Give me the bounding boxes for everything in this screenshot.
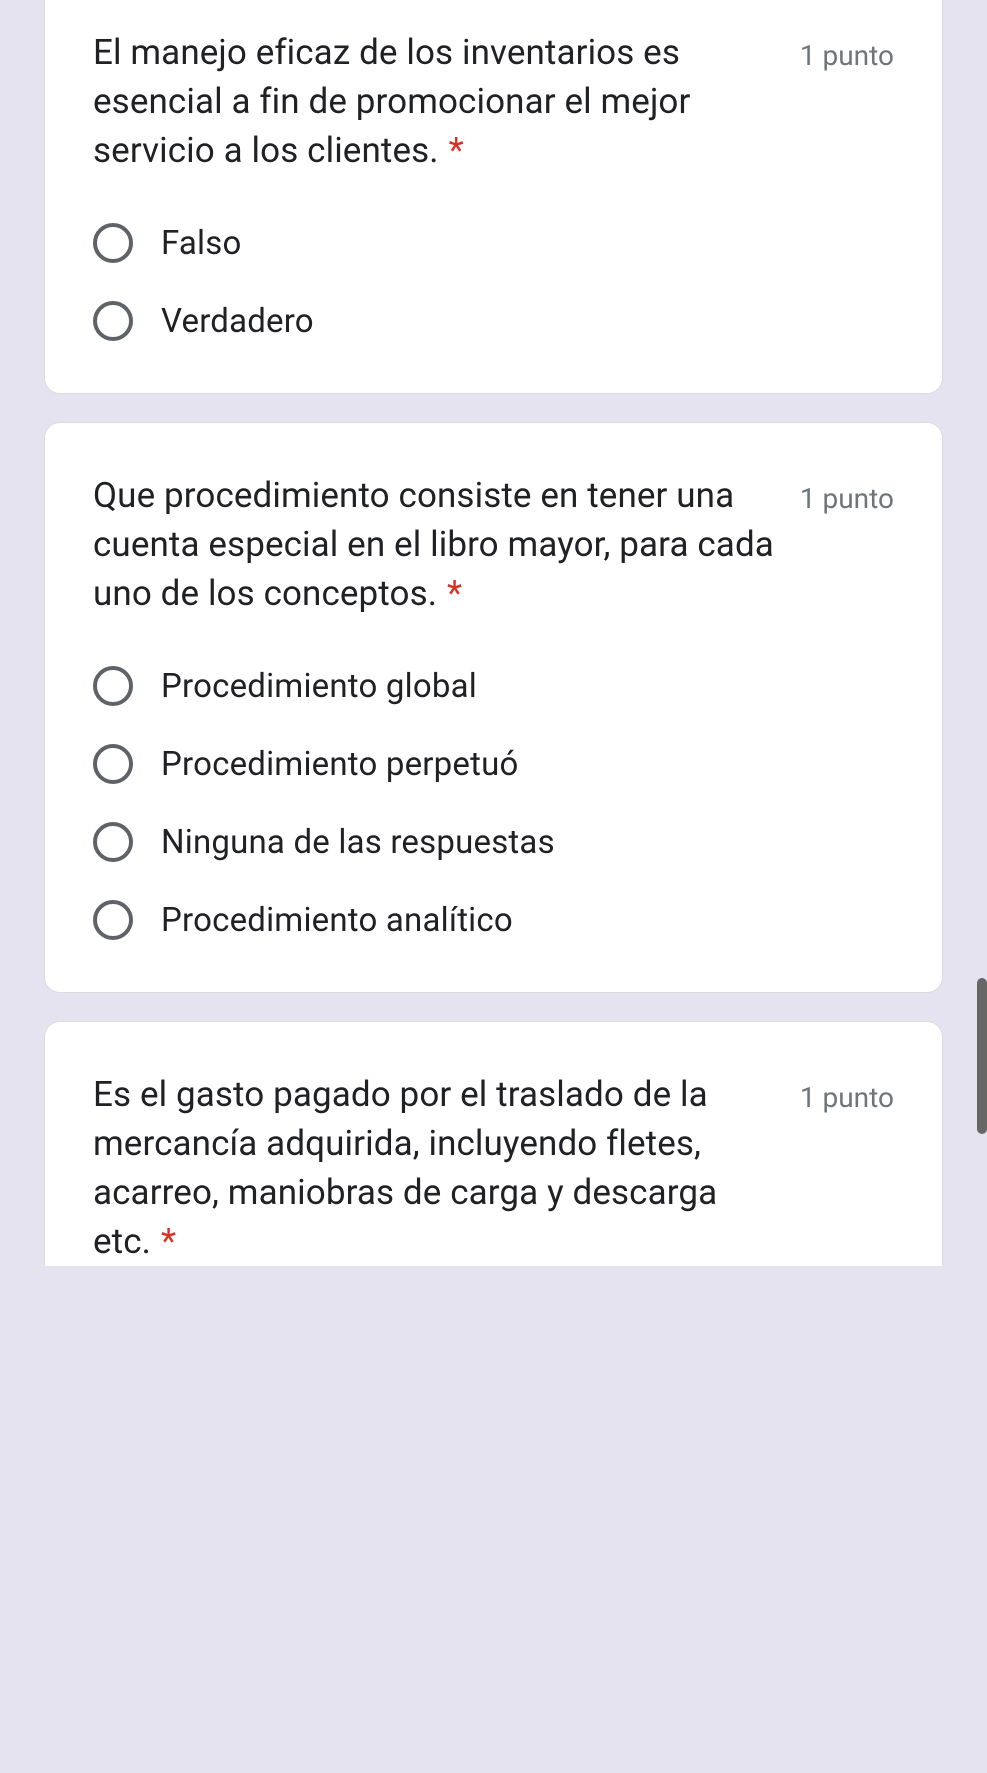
radio-icon xyxy=(93,744,133,784)
question-header: Que procedimiento consiste en tener una … xyxy=(93,471,894,618)
scrollbar-thumb[interactable] xyxy=(977,978,987,1134)
question-card: Es el gasto pagado por el traslado de la… xyxy=(44,1021,943,1266)
radio-option[interactable]: Falso xyxy=(93,223,894,263)
question-text-wrap: El manejo eficaz de los inventarios es e… xyxy=(93,28,800,175)
points-label: 1 punto xyxy=(800,1070,894,1121)
question-text: Que procedimiento consiste en tener una … xyxy=(93,475,774,614)
option-label: Procedimiento analítico xyxy=(161,901,513,940)
radio-icon xyxy=(93,666,133,706)
option-label: Verdadero xyxy=(161,302,314,341)
option-label: Ninguna de las respuestas xyxy=(161,823,555,862)
question-text-wrap: Es el gasto pagado por el traslado de la… xyxy=(93,1070,800,1266)
radio-icon xyxy=(93,301,133,341)
question-card: El manejo eficaz de los inventarios es e… xyxy=(44,0,943,394)
question-card: Que procedimiento consiste en tener una … xyxy=(44,422,943,993)
radio-icon xyxy=(93,900,133,940)
question-text-wrap: Que procedimiento consiste en tener una … xyxy=(93,471,800,618)
option-label: Procedimiento perpetuó xyxy=(161,745,519,784)
radio-option[interactable]: Procedimiento analítico xyxy=(93,900,894,940)
required-asterisk: * xyxy=(447,573,462,614)
option-label: Falso xyxy=(161,224,242,263)
question-text: Es el gasto pagado por el traslado de la… xyxy=(93,1074,717,1262)
options-group: Falso Verdadero xyxy=(93,223,894,341)
radio-option[interactable]: Ninguna de las respuestas xyxy=(93,822,894,862)
points-label: 1 punto xyxy=(800,471,894,522)
required-asterisk: * xyxy=(161,1221,176,1262)
points-label: 1 punto xyxy=(800,28,894,79)
options-group: Procedimiento global Procedimiento perpe… xyxy=(93,666,894,940)
radio-icon xyxy=(93,822,133,862)
question-text: El manejo eficaz de los inventarios es e… xyxy=(93,32,690,171)
radio-option[interactable]: Procedimiento perpetuó xyxy=(93,744,894,784)
option-label: Procedimiento global xyxy=(161,667,477,706)
radio-icon xyxy=(93,223,133,263)
required-asterisk: * xyxy=(449,130,464,171)
question-header: El manejo eficaz de los inventarios es e… xyxy=(93,28,894,175)
radio-option[interactable]: Procedimiento global xyxy=(93,666,894,706)
question-header: Es el gasto pagado por el traslado de la… xyxy=(93,1070,894,1266)
radio-option[interactable]: Verdadero xyxy=(93,301,894,341)
